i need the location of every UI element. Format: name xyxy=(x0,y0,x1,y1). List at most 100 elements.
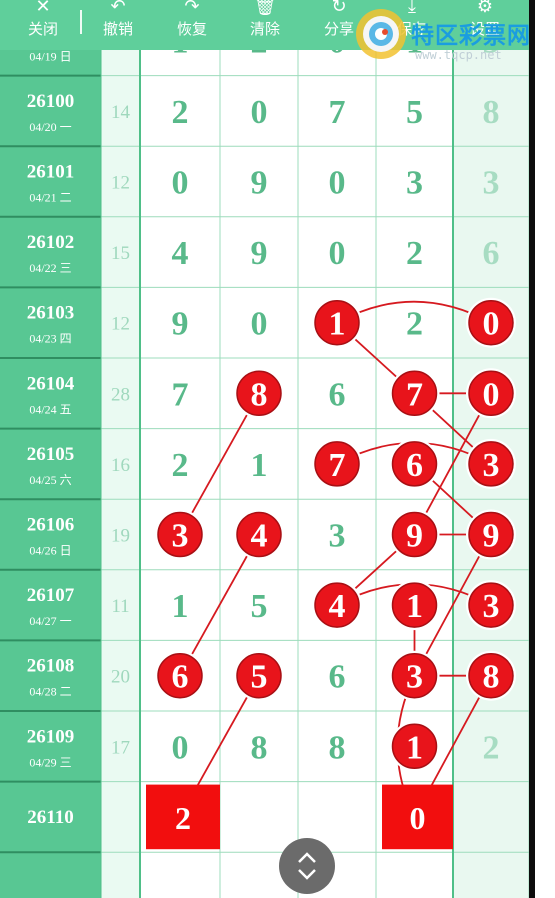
issue-number: 26103 xyxy=(27,303,75,324)
digit-sum: 11 xyxy=(111,596,129,617)
prediction-value: 2 xyxy=(175,800,191,836)
close-button[interactable]: ✕ 关闭 xyxy=(22,0,64,50)
chevron-up-down-icon xyxy=(298,852,316,880)
digit-cell: 9 xyxy=(172,306,189,343)
marked-digit: 1 xyxy=(406,729,423,766)
marked-digit: 5 xyxy=(251,659,268,696)
digit-cell: 2 xyxy=(483,729,500,766)
logo-swirl-icon xyxy=(356,9,406,59)
issue-number: 26102 xyxy=(27,232,75,253)
marked-digit: 0 xyxy=(483,376,500,413)
digit-cell: 0 xyxy=(329,235,346,272)
digit-sum: 15 xyxy=(111,243,130,264)
digit-cell: 6 xyxy=(329,376,346,413)
issue-date: 04/21 二 xyxy=(29,191,71,205)
issue-date: 04/24 五 xyxy=(29,402,71,416)
marked-digit: 0 xyxy=(483,306,500,343)
digit-cell: 0 xyxy=(329,165,346,202)
marked-digit: 6 xyxy=(406,447,423,484)
digit-sum: 12 xyxy=(111,173,130,194)
digit-cell: 0 xyxy=(251,94,268,131)
logo-url: www.tqcp.net xyxy=(415,48,502,62)
issue-number: 26101 xyxy=(27,162,75,183)
undo-button[interactable]: ↶ 撤销 xyxy=(97,0,139,50)
marked-digit: 1 xyxy=(406,588,423,625)
issue-date: 04/25 六 xyxy=(29,473,71,487)
digit-cell: 3 xyxy=(483,165,500,202)
issue-date: 04/20 一 xyxy=(29,120,71,134)
marked-digit: 4 xyxy=(329,588,346,625)
digit-cell: 7 xyxy=(329,94,346,131)
digit-cell: 8 xyxy=(483,94,500,131)
digit-cell: 2 xyxy=(406,306,423,343)
digit-cell: 3 xyxy=(406,165,423,202)
digit-cell: 8 xyxy=(251,729,268,766)
digit-cell: 0 xyxy=(251,306,268,343)
digit-sum: 16 xyxy=(111,455,130,476)
marked-digit: 3 xyxy=(483,447,500,484)
clear-button[interactable]: 🗑 清除 xyxy=(244,0,286,50)
issue-date: 04/28 二 xyxy=(29,685,71,699)
toolbar-divider xyxy=(80,10,82,34)
digit-cell: 7 xyxy=(172,376,189,413)
digit-sum: 12 xyxy=(111,314,130,335)
redo-icon: ↷ xyxy=(184,0,200,17)
issue-number: 26105 xyxy=(27,444,75,465)
marked-digit: 3 xyxy=(172,518,189,555)
prediction-value: 0 xyxy=(410,800,426,836)
digit-cell: 4 xyxy=(172,235,189,272)
digit-cell: 6 xyxy=(329,659,346,696)
close-icon: ✕ xyxy=(35,0,51,17)
watermark-logo: 特区彩票网 www.tqcp.net xyxy=(353,6,553,66)
digit-cell: 3 xyxy=(329,518,346,555)
marked-digit: 4 xyxy=(251,518,268,555)
digit-sum: 20 xyxy=(111,667,130,688)
marked-digit: 6 xyxy=(172,659,189,696)
trash-icon: 🗑 xyxy=(253,0,277,17)
issue-number: 26104 xyxy=(27,373,75,394)
redo-button[interactable]: ↷ 恢复 xyxy=(171,0,213,50)
issue-number: 26110 xyxy=(27,807,73,828)
digit-cell: 0 xyxy=(172,729,189,766)
digit-cell: 2 xyxy=(172,447,189,484)
digit-sum: 14 xyxy=(111,102,131,123)
marked-digit: 1 xyxy=(329,306,346,343)
digit-cell: 6 xyxy=(483,235,500,272)
issue-date: 04/19 日 xyxy=(29,49,71,63)
digit-cell: 8 xyxy=(329,729,346,766)
marked-digit: 7 xyxy=(406,376,423,413)
digit-cell: 5 xyxy=(251,588,268,625)
marked-digit: 8 xyxy=(251,376,268,413)
undo-icon: ↶ xyxy=(110,0,126,17)
issue-number: 26109 xyxy=(27,726,75,747)
digit-cell: 1 xyxy=(251,447,268,484)
marked-digit: 3 xyxy=(406,659,423,696)
issue-number: 26100 xyxy=(27,91,75,112)
digit-cell: 2 xyxy=(172,94,189,131)
digit-cell: 1 xyxy=(172,588,189,625)
marked-digit: 8 xyxy=(483,659,500,696)
digit-cell: 2 xyxy=(406,235,423,272)
digit-sum: 28 xyxy=(111,384,130,405)
marked-digit: 9 xyxy=(406,518,423,555)
digit-cell: 0 xyxy=(172,165,189,202)
digit-cell: 9 xyxy=(251,235,268,272)
digit-sum: 19 xyxy=(111,526,130,547)
scroll-toggle-button[interactable] xyxy=(279,838,335,894)
issue-number: 26106 xyxy=(27,515,75,536)
right-edge xyxy=(529,0,555,898)
logo-name: 特区彩票网 xyxy=(411,23,531,49)
marked-digit: 7 xyxy=(329,447,346,484)
digit-cell: 5 xyxy=(406,94,423,131)
marked-digit: 9 xyxy=(483,518,500,555)
digit-cell: 9 xyxy=(251,165,268,202)
issue-date: 04/26 日 xyxy=(29,544,71,558)
issue-date: 04/27 一 xyxy=(29,614,71,628)
issue-date: 04/29 三 xyxy=(29,755,71,769)
issue-number: 26107 xyxy=(27,585,75,606)
issue-date: 04/23 四 xyxy=(29,332,71,346)
digit-sum: 17 xyxy=(111,737,130,758)
scrollbar-track[interactable] xyxy=(529,0,535,898)
marked-digit: 3 xyxy=(483,588,500,625)
sum-column-bg xyxy=(101,0,140,898)
